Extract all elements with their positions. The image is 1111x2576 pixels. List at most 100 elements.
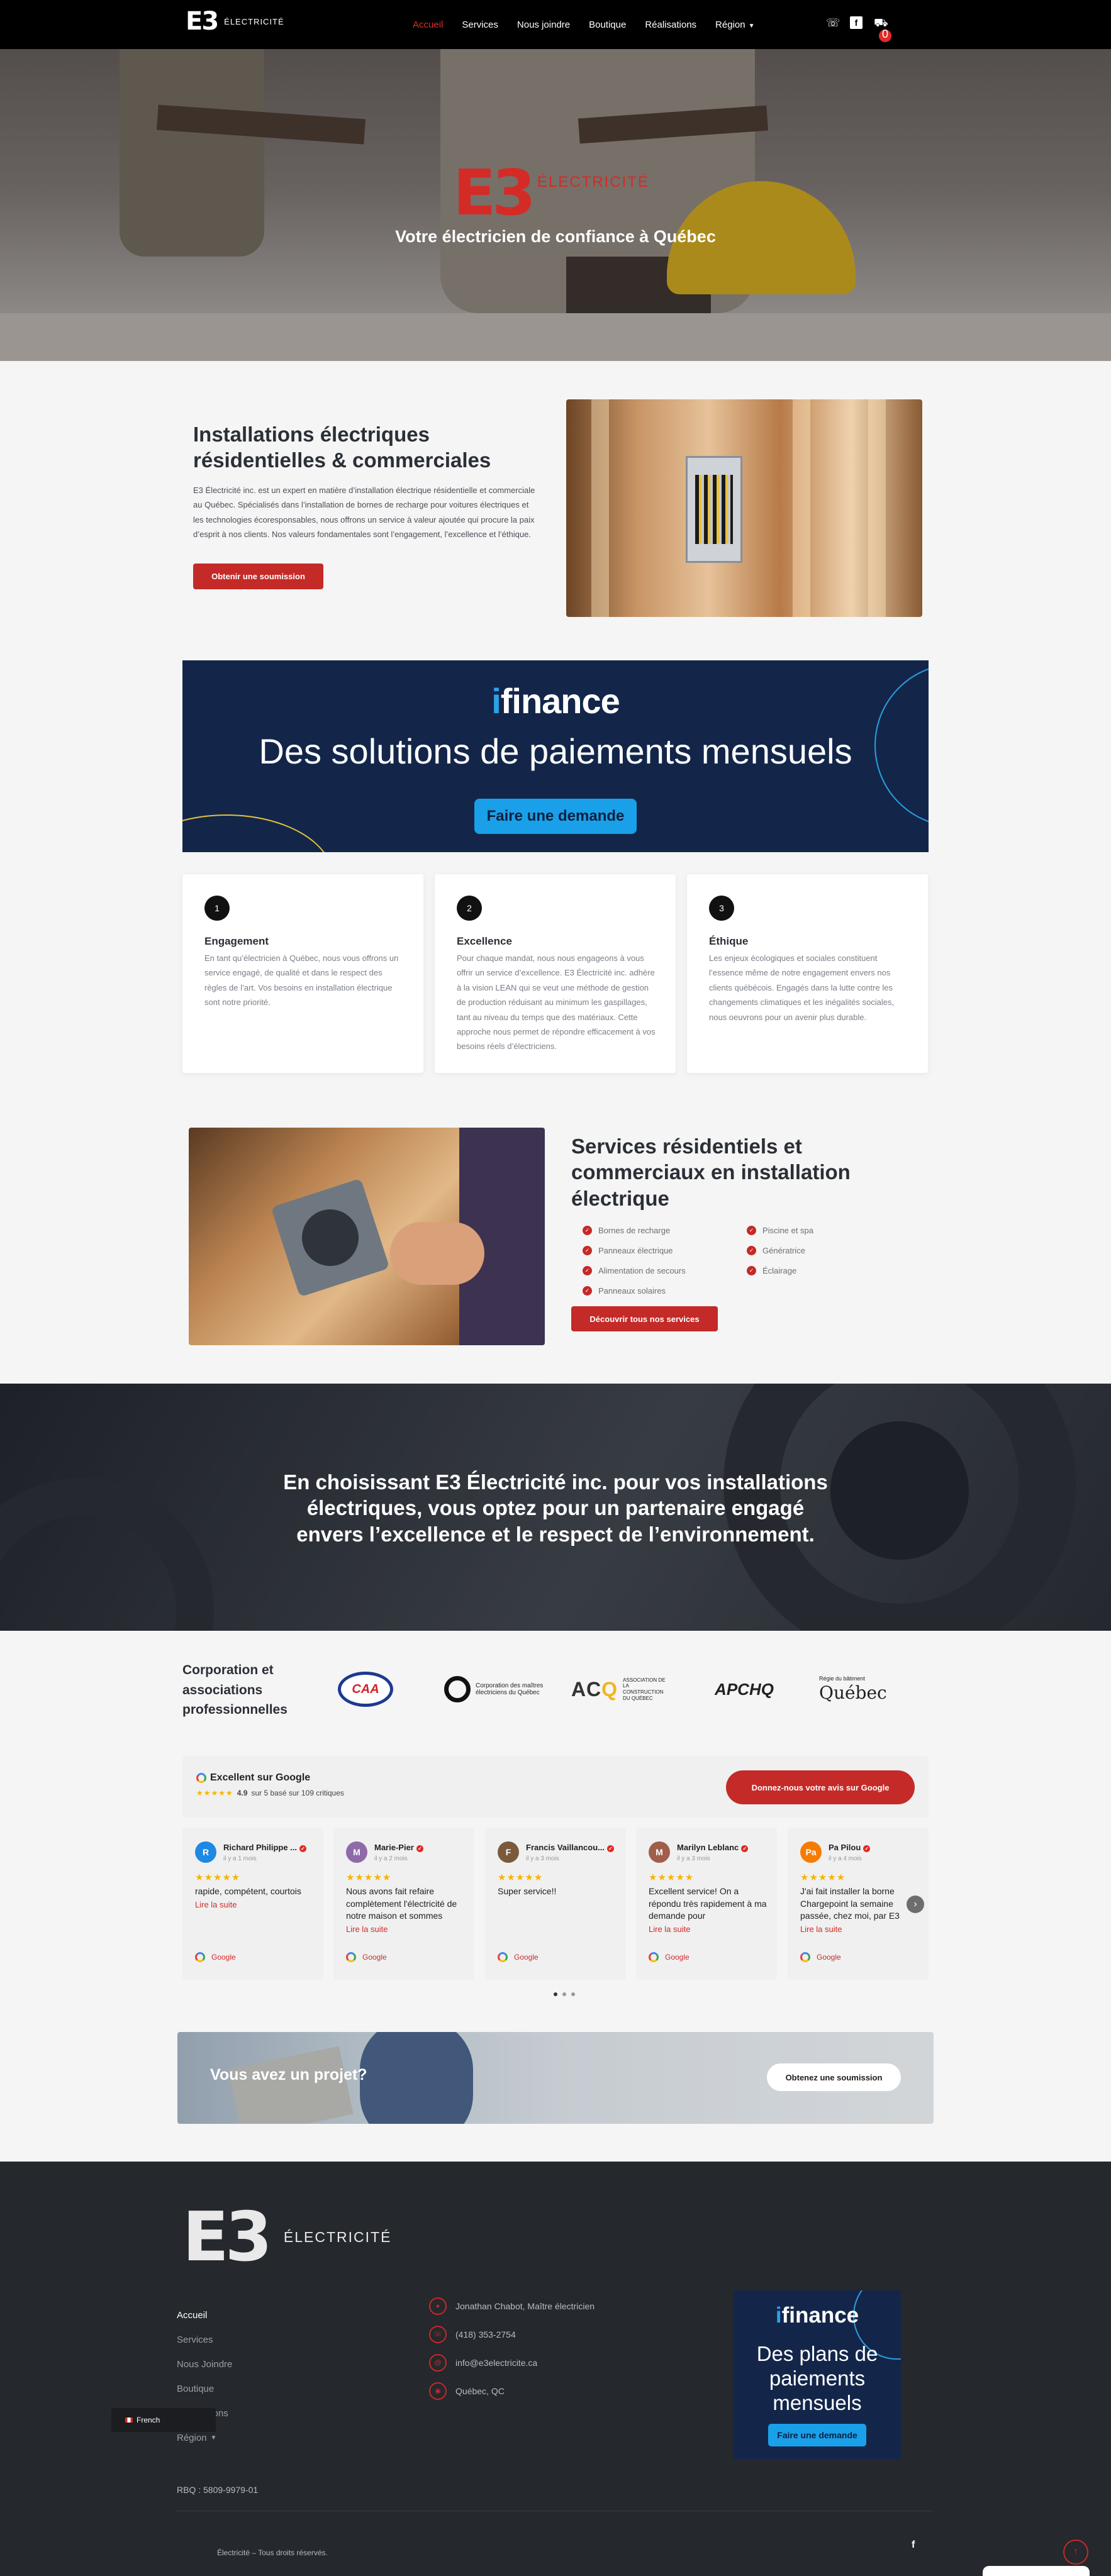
- ifinance-request-button[interactable]: Faire une demande: [768, 2424, 866, 2446]
- value-text: Les enjeux écologiques et sociales const…: [709, 953, 895, 1022]
- value-text: Pour chaque mandat, nous nous engageons …: [457, 953, 656, 1052]
- associations-title: Corporation et associations professionne…: [182, 1663, 288, 1717]
- service-item: ✓ Panneaux électrique: [583, 1240, 686, 1260]
- ifinance-banner[interactable]: ifinance Des solutions de paiements mens…: [182, 660, 929, 852]
- nav-item-services[interactable]: Services: [462, 19, 498, 30]
- review-source-label: Google: [211, 1953, 236, 1962]
- nav-icons: ☏ f ⛟0: [826, 16, 891, 42]
- footer-link-accueil[interactable]: Accueil: [177, 2303, 232, 2328]
- value-number: 3: [709, 896, 734, 921]
- review-source: Google: [346, 1952, 387, 1962]
- decor-arc: [182, 814, 333, 852]
- read-more-link[interactable]: Lire la suite: [195, 1899, 315, 1911]
- reviews-heading-row: Excellent sur Google: [196, 1772, 310, 1784]
- review-card: R Richard Philippe ... ✓ il y a 1 mois ★★…: [182, 1828, 323, 1980]
- rating-score: 4.9: [237, 1789, 248, 1797]
- facebook-icon[interactable]: f: [850, 16, 863, 29]
- check-icon: ✓: [583, 1225, 592, 1235]
- review-date: il y a 2 mois: [374, 1855, 408, 1862]
- service-label: Alimentation de secours: [598, 1265, 686, 1275]
- check-icon: ✓: [747, 1245, 756, 1255]
- chat-widget[interactable]: [983, 2566, 1090, 2576]
- service-item: ✓ Bornes de recharge: [583, 1220, 686, 1240]
- reviewer-name-text: Francis Vaillancou...: [526, 1843, 605, 1852]
- get-quote-button[interactable]: Obtenir une soumission: [193, 564, 323, 589]
- review-card: M Marilyn Leblanc ✓ il y a 3 mois ★★★★★ E…: [636, 1828, 777, 1980]
- cart-icon[interactable]: ⛟0: [874, 16, 891, 42]
- nav-item-accueil[interactable]: Accueil: [413, 19, 443, 30]
- value-title: Engagement: [204, 935, 269, 947]
- verified-icon: ✓: [741, 1845, 749, 1852]
- footer-link-nous-joindre[interactable]: Nous Joindre: [177, 2352, 232, 2377]
- scroll-to-top-icon[interactable]: ↑: [1063, 2540, 1088, 2565]
- review-text-wrap: Super service!!: [498, 1885, 617, 1898]
- get-quote-button[interactable]: Obtenez une soumission: [767, 2063, 901, 2091]
- cmeq-logo: Corporation des maîtres électriciens du …: [440, 1667, 549, 1712]
- verified-icon: ✓: [863, 1845, 871, 1852]
- ifinance-request-button[interactable]: Faire une demande: [474, 799, 637, 834]
- review-stars-icon: ★★★★★: [195, 1872, 241, 1883]
- value-number: 2: [457, 896, 482, 921]
- facebook-icon[interactable]: f: [912, 2540, 915, 2551]
- nav-item-realisations[interactable]: Réalisations: [645, 19, 696, 30]
- google-reviews-header: Excellent sur Google ★★★★★ 4.9 sur 5 bas…: [182, 1756, 929, 1818]
- service-item: ✓ Piscine et spa: [747, 1220, 813, 1240]
- review-source-label: Google: [665, 1953, 689, 1962]
- carousel-dot[interactable]: [554, 1992, 557, 1996]
- caret-down-icon: ▼: [210, 2434, 217, 2441]
- email-icon: @: [429, 2353, 447, 2372]
- review-date: il y a 3 mois: [677, 1855, 710, 1862]
- footer-ifinance-ad[interactable]: ifinance Des plans de paiements mensuels…: [734, 2290, 901, 2459]
- review-date: il y a 3 mois: [526, 1855, 559, 1862]
- acq-logo: ACQ ASSOCIATION DE LA CONSTRUCTION DU QU…: [565, 1667, 673, 1712]
- photo-wires: [695, 475, 733, 544]
- check-icon: ✓: [747, 1265, 756, 1275]
- avatar: M: [346, 1841, 367, 1863]
- acq-logo-mark: ACQ: [571, 1678, 618, 1701]
- contact-text: info@e3electricite.ca: [455, 2357, 538, 2368]
- nav-item-boutique[interactable]: Boutique: [589, 19, 626, 30]
- commitment-text: En choisissant E3 Électricité inc. pour …: [283, 1470, 828, 1546]
- reviewer-name: Francis Vaillancou... ✓: [526, 1843, 614, 1852]
- footer-link-services[interactable]: Services: [177, 2328, 232, 2352]
- google-icon: [195, 1952, 205, 1962]
- rating-stars-icon: ★★★★★: [196, 1789, 233, 1797]
- write-review-button[interactable]: Donnez-nous votre avis sur Google: [726, 1770, 915, 1804]
- review-source: Google: [649, 1952, 689, 1962]
- nav-item-region[interactable]: Région ▼: [715, 19, 754, 30]
- review-source-label: Google: [362, 1953, 387, 1962]
- discover-services-button[interactable]: Découvrir tous nos services: [571, 1306, 718, 1331]
- review-card: F Francis Vaillancou... ✓ il y a 3 mois ★…: [485, 1828, 626, 1980]
- read-more-link[interactable]: Lire la suite: [800, 1924, 920, 1935]
- chevron-right-icon[interactable]: ›: [907, 1896, 924, 1913]
- review-source-label: Google: [817, 1953, 841, 1962]
- review-stars-icon: ★★★★★: [346, 1872, 392, 1883]
- contact-item[interactable]: ☏ (418) 353-2754: [429, 2320, 595, 2348]
- contact-item[interactable]: @ info@e3electricite.ca: [429, 2348, 595, 2377]
- value-card: 2 Excellence Pour chaque mandat, nous no…: [435, 874, 676, 1073]
- nav-item-nous-joindre[interactable]: Nous joindre: [517, 19, 570, 30]
- service-label: Bornes de recharge: [598, 1225, 671, 1235]
- reviewer-name: Richard Philippe ... ✓: [223, 1843, 311, 1852]
- carousel-dot[interactable]: [562, 1992, 566, 1996]
- service-label: Génératrice: [762, 1245, 805, 1255]
- intro-text: E3 Électricité inc. est un expert en mat…: [193, 486, 535, 540]
- ifinance-logo-rest: finance: [500, 681, 620, 721]
- value-card: 3 Éthique Les enjeux écologiques et soci…: [687, 874, 928, 1073]
- carousel-dot[interactable]: [571, 1992, 575, 1996]
- ifinance-logo: ifinance: [734, 2303, 901, 2328]
- reviewer-name-text: Pa Pilou: [829, 1843, 861, 1852]
- ifinance-headline: Des solutions de paiements mensuels: [259, 731, 852, 771]
- review-text: J'ai fait installer la borne Chargepoint…: [800, 1886, 900, 1921]
- phone-icon[interactable]: ☏: [826, 16, 840, 29]
- review-date: il y a 4 mois: [829, 1855, 862, 1862]
- site-logo[interactable]: E3 ÉLECTRICITÉ: [186, 9, 284, 34]
- footer-link-boutique[interactable]: Boutique: [177, 2377, 232, 2401]
- apchq-logo-text: APCHQ: [715, 1679, 774, 1699]
- logo-mark: E3: [186, 7, 219, 36]
- language-switcher[interactable]: French: [111, 2408, 216, 2432]
- read-more-link[interactable]: Lire la suite: [346, 1924, 466, 1935]
- reviewer-name-text: Marilyn Leblanc: [677, 1843, 739, 1852]
- check-icon: ✓: [583, 1245, 592, 1255]
- read-more-link[interactable]: Lire la suite: [649, 1924, 768, 1935]
